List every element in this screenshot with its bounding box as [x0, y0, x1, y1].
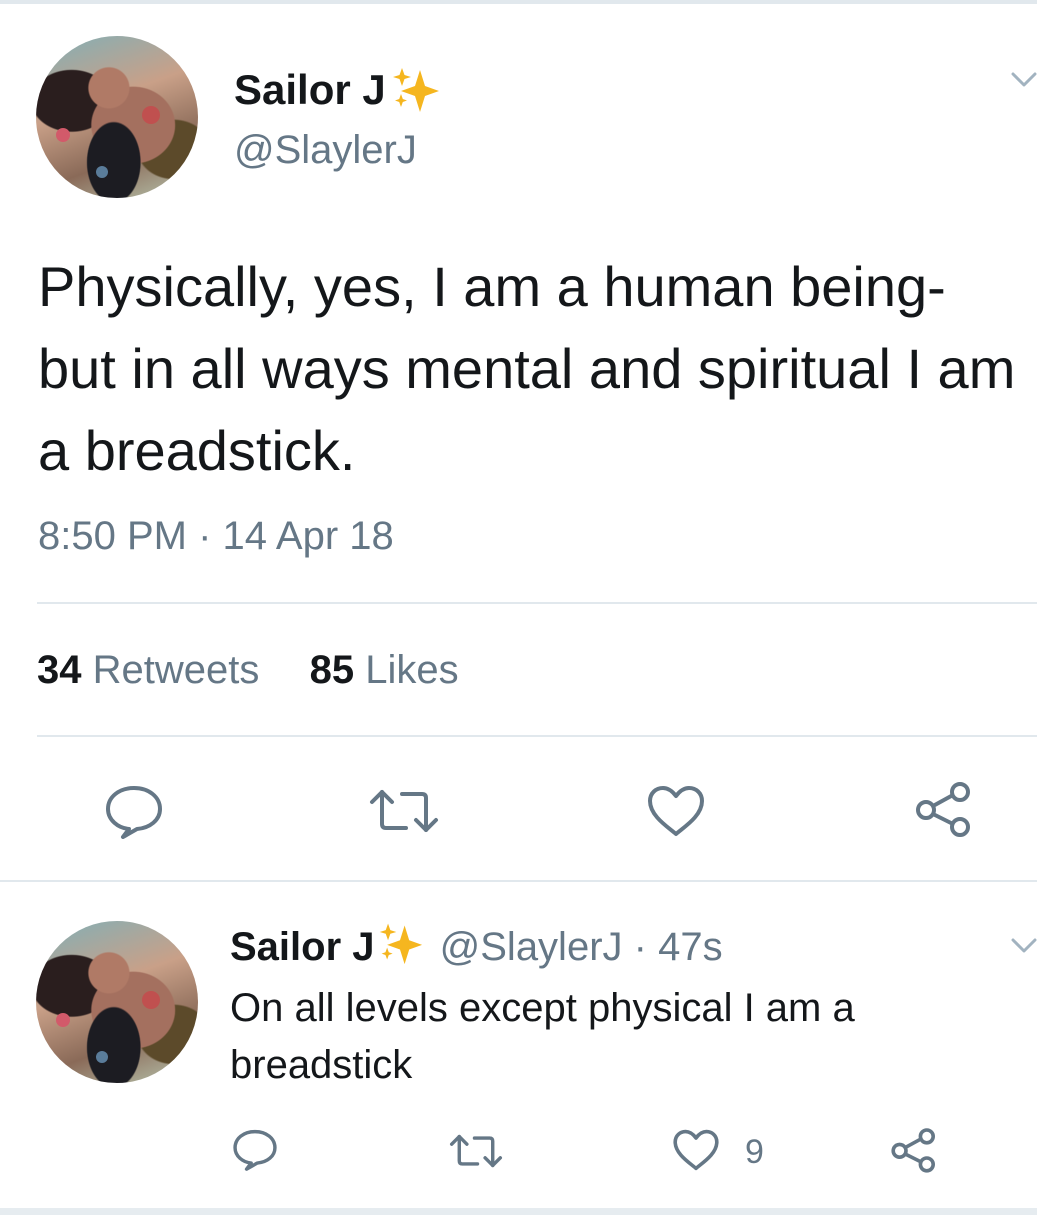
reply-icon[interactable] [232, 1128, 278, 1172]
divider [37, 602, 1037, 604]
tweet-timestamp[interactable]: 8:50 PM · 14 Apr 18 [38, 514, 394, 559]
tweet-text: Physically, yes, I am a human being- but… [38, 255, 1016, 482]
time-ago[interactable]: 47s [658, 925, 723, 969]
retweet-icon[interactable] [448, 1132, 504, 1170]
share-icon[interactable] [914, 780, 974, 838]
likes-label: Likes [365, 648, 459, 692]
avatar[interactable] [36, 36, 198, 198]
retweets-stat[interactable]: 34 Retweets [37, 648, 271, 692]
reply-header: Sailor J @SlaylerJ · 47s [230, 920, 723, 970]
likes-stat[interactable]: 85 Likes [310, 648, 459, 692]
chevron-down-icon[interactable] [1010, 936, 1037, 956]
author-name[interactable]: Sailor J [234, 66, 386, 114]
sparkles-icon [393, 68, 439, 112]
author-name[interactable]: Sailor J [230, 925, 375, 969]
retweets-label: Retweets [92, 648, 260, 692]
engagement-stats: 34 Retweets 85 Likes [37, 648, 459, 693]
sparkles-icon [379, 923, 422, 965]
divider [0, 880, 1037, 882]
bottom-border [0, 1208, 1037, 1215]
chevron-down-icon[interactable] [1010, 70, 1037, 90]
share-icon[interactable] [890, 1126, 938, 1174]
avatar[interactable] [36, 921, 198, 1083]
divider [37, 735, 1037, 737]
like-icon[interactable] [672, 1128, 720, 1172]
reply-text: On all levels except physical I am a bre… [230, 986, 855, 1087]
like-icon[interactable] [646, 784, 706, 838]
retweet-icon[interactable] [368, 786, 440, 836]
author-handle[interactable]: @SlaylerJ [440, 925, 623, 969]
meta-separator: · [633, 925, 647, 969]
likes-count: 85 [309, 648, 355, 692]
retweets-count: 34 [37, 648, 82, 692]
reply-icon[interactable] [104, 784, 164, 840]
author-handle[interactable]: @SlaylerJ [234, 128, 417, 173]
top-border [0, 0, 1037, 4]
like-count: 9 [745, 1133, 764, 1171]
